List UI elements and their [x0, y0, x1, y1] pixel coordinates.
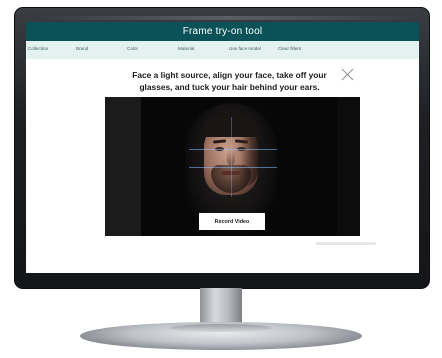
- filter-material[interactable]: Material: [178, 46, 194, 51]
- filter-collection[interactable]: Collection: [28, 46, 48, 51]
- monitor-screen: Frame try-on tool Collection Brand Color…: [26, 22, 419, 273]
- video-preview: Record Video: [105, 97, 360, 236]
- monitor-stage: Frame try-on tool Collection Brand Color…: [0, 0, 442, 358]
- filter-clear[interactable]: Clear filters: [278, 46, 301, 51]
- record-video-button[interactable]: Record Video: [199, 213, 265, 230]
- video-right-panel: [337, 97, 360, 236]
- face-scan-line: [189, 149, 277, 150]
- video-left-panel: [105, 97, 141, 236]
- app-title: Frame try-on tool: [182, 26, 263, 37]
- face-scan-line: [231, 117, 232, 197]
- face-scan-line: [189, 167, 277, 168]
- carousel-indicator: [316, 242, 376, 245]
- filter-bar: Collection Brand Color Material Use face…: [26, 41, 419, 59]
- monitor-base-top: [170, 324, 272, 332]
- bezel-shine: [37, 16, 417, 20]
- app-header: Frame try-on tool: [26, 22, 419, 41]
- instruction-text: Face a light source, align your face, ta…: [132, 70, 327, 92]
- filter-use-face-model[interactable]: Use face model: [229, 46, 261, 51]
- filter-brand[interactable]: Brand: [76, 46, 88, 51]
- close-icon[interactable]: [341, 68, 354, 81]
- filter-color[interactable]: Color: [127, 46, 138, 51]
